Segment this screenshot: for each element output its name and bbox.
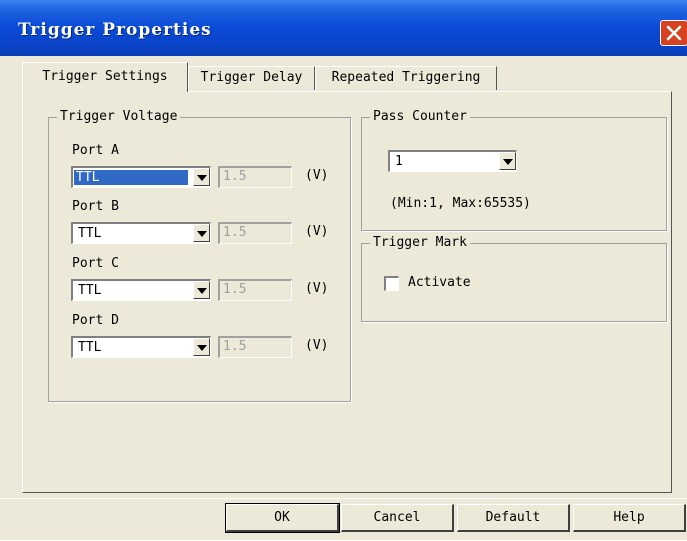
help-button[interactable]: Help <box>573 504 686 532</box>
port-b-mode-select[interactable]: TTL <box>71 222 211 244</box>
tab-label: Trigger Settings <box>42 69 168 84</box>
trigger-voltage-title: Trigger Voltage <box>57 109 181 125</box>
pass-counter-dropdown-button[interactable] <box>499 152 516 170</box>
ok-button[interactable]: OK <box>225 503 340 533</box>
activate-label[interactable]: Activate <box>408 275 471 290</box>
port-b-mode-value: TTL <box>78 226 102 241</box>
window-title: Trigger Properties <box>18 20 212 40</box>
tab-repeated-triggering[interactable]: Repeated Triggering <box>315 66 497 90</box>
port-a-mode-select[interactable]: TTL <box>71 166 211 188</box>
pass-counter-group: Pass Counter <box>361 109 667 231</box>
title-bar[interactable]: Trigger Properties <box>0 0 687 56</box>
trigger-mark-group: Trigger Mark <box>361 235 667 322</box>
port-b-dropdown-button[interactable] <box>193 224 210 242</box>
pass-counter-range-hint: (Min:1, Max:65535) <box>390 196 531 211</box>
chevron-down-icon <box>197 288 207 294</box>
cancel-button[interactable]: Cancel <box>341 504 454 532</box>
port-b-label: Port B <box>72 199 119 214</box>
port-a-voltage-field: 1.5 <box>218 166 292 188</box>
port-d-mode-select[interactable]: TTL <box>71 336 211 358</box>
port-c-unit: (V) <box>305 281 329 296</box>
default-button[interactable]: Default <box>457 504 570 532</box>
tab-trigger-settings[interactable]: Trigger Settings <box>22 62 188 92</box>
tab-label: Trigger Delay <box>200 70 303 85</box>
port-c-mode-select[interactable]: TTL <box>71 279 211 301</box>
tab-trigger-delay[interactable]: Trigger Delay <box>188 66 315 90</box>
port-c-voltage-field: 1.5 <box>218 279 292 301</box>
activate-checkbox[interactable] <box>384 276 399 291</box>
port-d-unit: (V) <box>305 338 329 353</box>
chevron-down-icon <box>197 231 207 237</box>
tab-label: Repeated Triggering <box>331 70 481 85</box>
dialog-window: Trigger Properties Trigger Settings Trig… <box>0 0 687 540</box>
port-c-mode-value: TTL <box>78 283 102 298</box>
trigger-mark-title: Trigger Mark <box>370 235 470 251</box>
port-d-voltage-field: 1.5 <box>218 336 292 358</box>
port-a-unit: (V) <box>305 168 329 183</box>
pass-counter-select[interactable]: 1 <box>388 150 517 172</box>
port-c-label: Port C <box>72 256 119 271</box>
chevron-down-icon <box>197 345 207 351</box>
port-d-label: Port D <box>72 313 119 328</box>
port-c-dropdown-button[interactable] <box>193 281 210 299</box>
port-d-dropdown-button[interactable] <box>193 338 210 356</box>
pass-counter-title: Pass Counter <box>370 109 470 125</box>
chevron-down-icon <box>503 159 513 165</box>
close-icon <box>666 25 682 41</box>
port-d-mode-value: TTL <box>78 340 102 355</box>
port-b-unit: (V) <box>305 224 329 239</box>
close-button[interactable] <box>660 20 687 46</box>
pass-counter-value: 1 <box>395 154 403 169</box>
port-a-mode-value: TTL <box>74 170 188 185</box>
port-a-dropdown-button[interactable] <box>193 168 210 186</box>
chevron-down-icon <box>197 175 207 181</box>
port-a-label: Port A <box>72 143 119 158</box>
port-b-voltage-field: 1.5 <box>218 222 292 244</box>
